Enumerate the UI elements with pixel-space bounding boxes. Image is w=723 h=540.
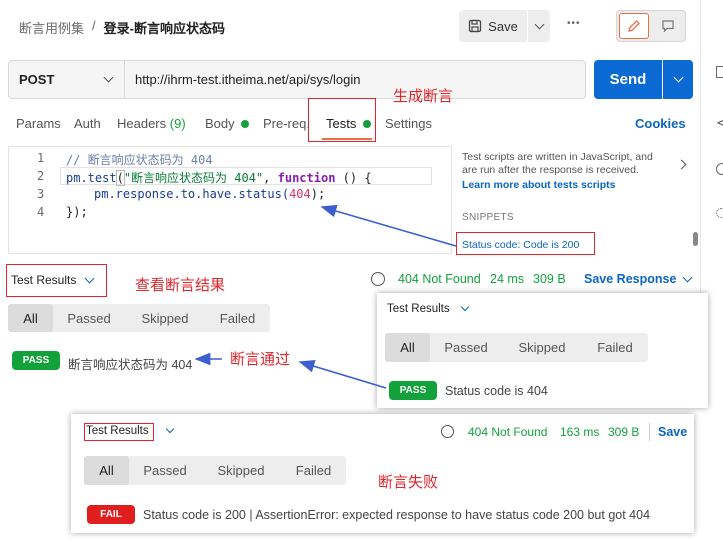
annotation-arrows [194,204,457,389]
arrow-popup-to-pass [298,360,387,389]
arrow-snippet-to-code [320,204,457,247]
